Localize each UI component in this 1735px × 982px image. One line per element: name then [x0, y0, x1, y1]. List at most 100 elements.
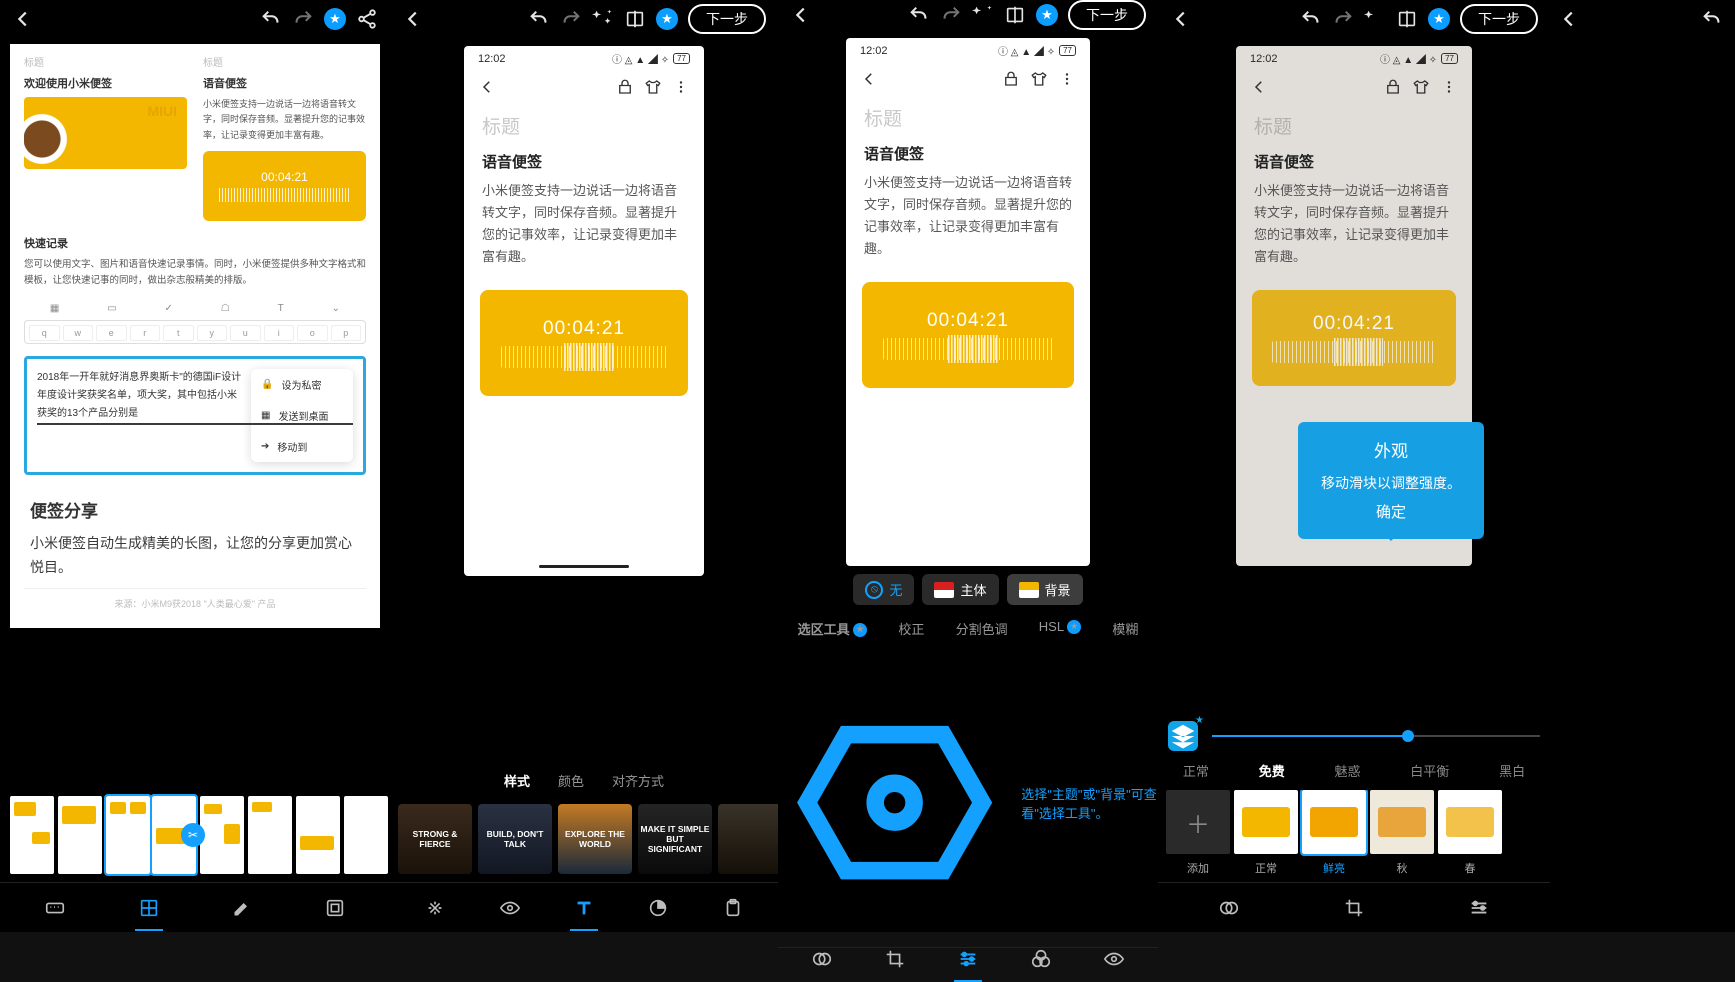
back-icon[interactable] [1170, 8, 1192, 30]
text-tabs[interactable]: 样式 颜色 对齐方式 [390, 765, 778, 804]
star-icon[interactable]: ★ [656, 8, 678, 30]
style-preset[interactable]: STRONG & FIERCE [398, 804, 472, 874]
redo-icon[interactable] [1332, 8, 1354, 30]
tool-crop[interactable] [884, 948, 906, 970]
undo-icon[interactable] [908, 4, 930, 26]
next-button[interactable]: 下一步 [1068, 0, 1146, 30]
tab-splittone[interactable]: 分割色调 [956, 619, 1008, 638]
star-icon[interactable]: ★ [1036, 4, 1058, 26]
undo-icon[interactable] [528, 8, 550, 30]
back-icon[interactable] [790, 4, 812, 26]
tool-draw[interactable] [232, 898, 252, 918]
style-preset[interactable]: MAKE IT SIMPLE BUT SIGNIFICANT [638, 804, 712, 874]
thumb[interactable] [248, 796, 292, 874]
chip-subject[interactable]: 主体 [922, 574, 998, 605]
tab-normal[interactable]: 正常 [1183, 761, 1209, 780]
next-button[interactable]: 下一步 [688, 4, 766, 34]
filter-autumn[interactable]: 秋 [1370, 790, 1434, 876]
tool-overlay[interactable] [811, 948, 833, 970]
tool-sticker[interactable] [647, 897, 669, 919]
undo-icon[interactable] [1300, 8, 1322, 30]
thumb[interactable] [344, 796, 388, 874]
tab-hsl[interactable]: HSL ★ [1039, 619, 1081, 638]
tooltip-ok[interactable]: 确定 [1318, 499, 1464, 528]
audio-widget[interactable]: 00:04:21 [862, 282, 1074, 388]
more-icon[interactable] [672, 78, 690, 96]
next-button[interactable]: 下一步 [1460, 4, 1538, 34]
back-icon[interactable] [12, 8, 34, 30]
tab-free[interactable]: 免费 [1259, 761, 1285, 780]
filter-normal[interactable]: 正常 [1234, 790, 1298, 876]
thumb[interactable] [10, 796, 54, 874]
thumb[interactable] [200, 796, 244, 874]
text-style-presets[interactable]: STRONG & FIERCE BUILD, DON'T TALK EXPLOR… [390, 804, 778, 882]
more-icon[interactable] [1058, 70, 1076, 88]
tool-filters[interactable] [1030, 948, 1052, 970]
back-icon[interactable] [1250, 78, 1268, 96]
magic-icon[interactable] [972, 4, 994, 26]
back-icon[interactable] [478, 78, 496, 96]
magic-icon[interactable] [1364, 8, 1386, 30]
audio-widget[interactable]: 00:04:21 [1252, 290, 1456, 386]
page-thumbnails[interactable]: ✂ [0, 788, 390, 882]
tool-layout[interactable] [138, 897, 160, 919]
tab-color[interactable]: 颜色 [558, 771, 584, 794]
redo-icon[interactable] [940, 4, 962, 26]
shirt-icon[interactable] [1030, 70, 1048, 88]
menu-send-desktop[interactable]: ▦发送到桌面 [251, 400, 353, 431]
menu-move[interactable]: ➔移动到 [251, 431, 353, 462]
tool-keyboard[interactable] [44, 897, 66, 919]
thumb[interactable] [58, 796, 102, 874]
magic-icon[interactable] [592, 8, 614, 30]
thumb-selected[interactable] [106, 796, 150, 874]
undo-icon[interactable] [1701, 8, 1723, 30]
tool-eye[interactable] [499, 897, 521, 919]
tab-selection[interactable]: 选区工具 ★ [798, 619, 868, 638]
tab-charm[interactable]: 魅惑 [1334, 761, 1360, 780]
thumb[interactable] [296, 796, 340, 874]
star-icon[interactable]: ★ [324, 8, 346, 30]
tool-adjust[interactable] [1468, 897, 1490, 919]
tool-heal[interactable] [424, 897, 446, 919]
tool-eye[interactable] [1103, 948, 1125, 970]
star-icon[interactable]: ★ [1428, 8, 1450, 30]
filter-add[interactable]: ＋添加 [1166, 790, 1230, 876]
tool-crop[interactable] [1343, 897, 1365, 919]
redo-icon[interactable] [560, 8, 582, 30]
tool-overlay[interactable] [1218, 897, 1240, 919]
filter-vivid[interactable]: 鲜亮 [1302, 790, 1366, 876]
style-preset[interactable]: BUILD, DON'T TALK [478, 804, 552, 874]
back-icon[interactable] [1558, 8, 1580, 30]
compare-icon[interactable] [624, 8, 646, 30]
compare-icon[interactable] [1004, 4, 1026, 26]
share-icon[interactable] [1002, 70, 1020, 88]
audio-widget[interactable]: 00:04:21 [480, 290, 688, 396]
back-icon[interactable] [860, 70, 878, 88]
tool-clipboard[interactable] [722, 897, 744, 919]
shirt-icon[interactable] [644, 78, 662, 96]
tool-adjust[interactable] [957, 948, 979, 970]
tab-style[interactable]: 样式 [504, 771, 530, 794]
style-preset[interactable]: EXPLORE THE WORLD [558, 804, 632, 874]
compare-icon[interactable] [1396, 8, 1418, 30]
share-icon[interactable] [356, 8, 378, 30]
redo-icon[interactable] [292, 8, 314, 30]
tab-blur[interactable]: 模糊 [1112, 619, 1138, 638]
tool-text[interactable] [573, 897, 595, 919]
menu-private[interactable]: 🔒设为私密 [251, 369, 353, 400]
tab-correct[interactable]: 校正 [898, 619, 924, 638]
chip-background[interactable]: 背景 [1007, 574, 1083, 605]
chip-none[interactable]: ⦸无 [853, 574, 914, 605]
tab-wb[interactable]: 白平衡 [1410, 761, 1449, 780]
undo-icon[interactable] [260, 8, 282, 30]
tab-align[interactable]: 对齐方式 [612, 771, 664, 794]
tool-frame[interactable] [324, 897, 346, 919]
back-icon[interactable] [402, 8, 424, 30]
share-icon[interactable] [616, 78, 634, 96]
tab-bw[interactable]: 黑白 [1499, 761, 1525, 780]
intensity-slider[interactable] [1212, 735, 1540, 737]
style-preset[interactable]: ★ [718, 804, 778, 874]
filter-spring[interactable]: 春 [1438, 790, 1502, 876]
scissors-icon[interactable]: ✂ [181, 823, 205, 847]
layers-button[interactable] [1168, 721, 1198, 751]
